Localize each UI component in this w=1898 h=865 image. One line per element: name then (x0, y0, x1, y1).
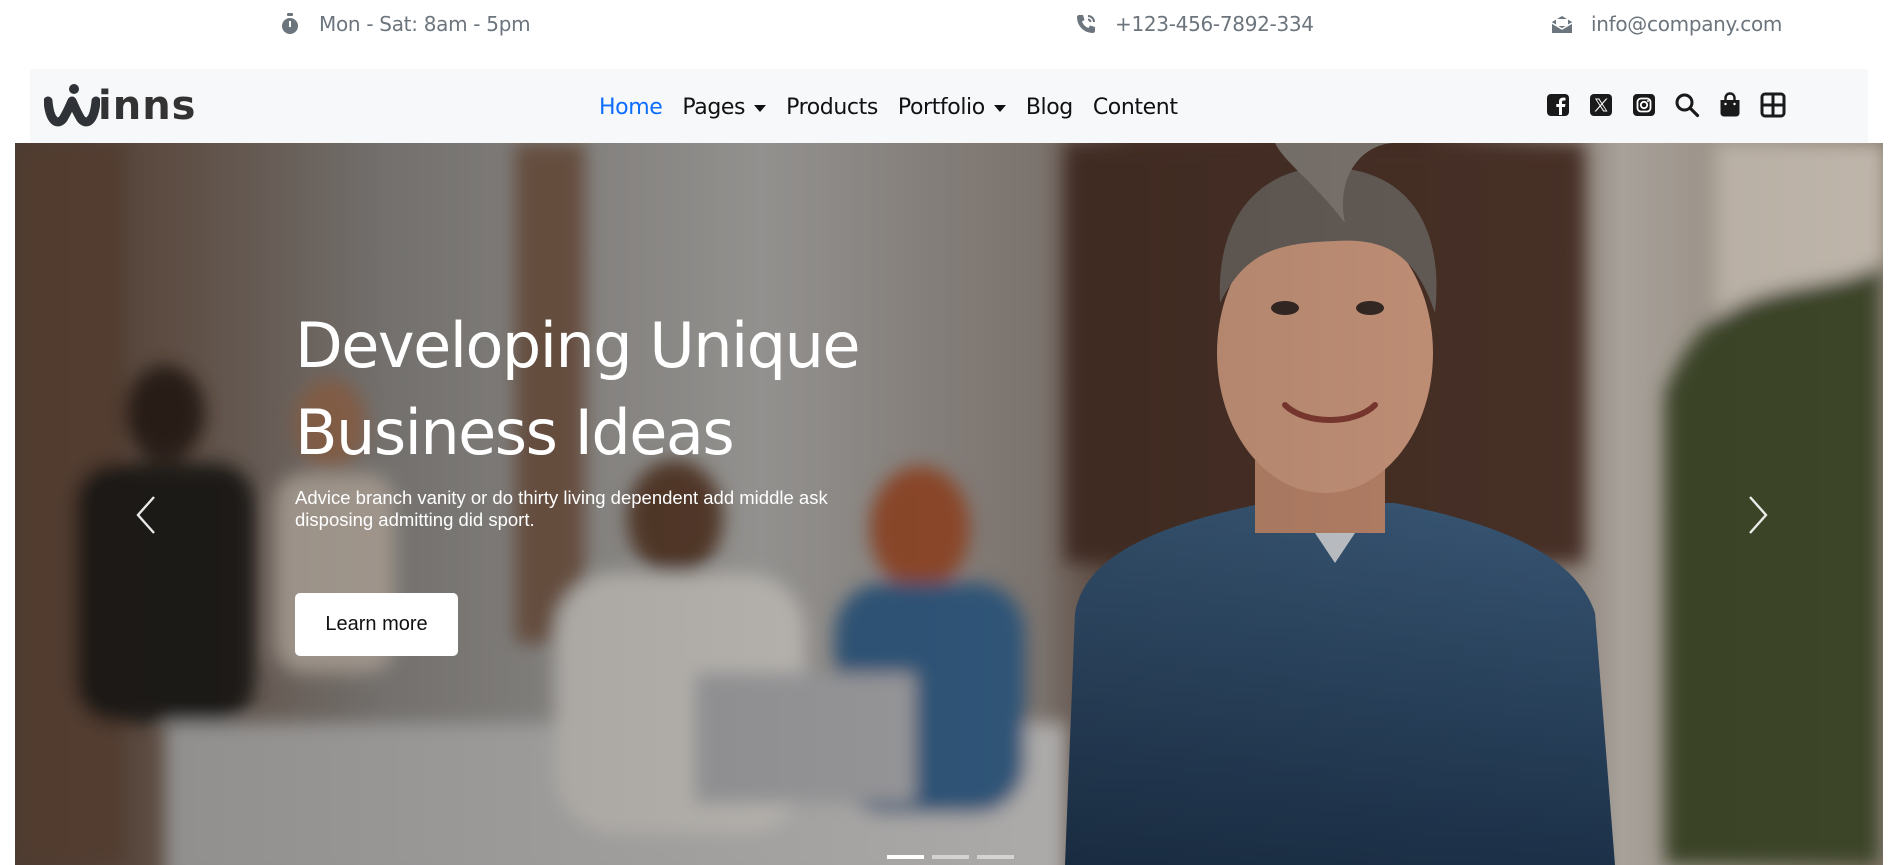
chevron-down-icon (754, 104, 767, 112)
hero-title: Developing Unique Business Ideas (295, 302, 935, 476)
contact-email[interactable]: info@company.com (1549, 10, 1782, 38)
nav-home[interactable]: Home (599, 91, 663, 123)
primary-menu: Home Pages Products Portfolio Blog Conte… (599, 91, 1198, 123)
navbar-actions (1544, 91, 1802, 119)
logo-w-mark (44, 84, 100, 127)
x-twitter-icon[interactable] (1587, 91, 1615, 119)
search-icon[interactable] (1673, 91, 1701, 119)
nav-pages[interactable]: Pages (682, 91, 767, 123)
hero-title-line-2: Business Ideas (295, 395, 735, 469)
hero-carousel: Developing Unique Business Ideas Advice … (15, 143, 1883, 865)
nav-portfolio[interactable]: Portfolio (898, 91, 1006, 123)
carousel-prev-button[interactable] (132, 493, 162, 537)
slide-indicator-2[interactable] (932, 855, 969, 859)
slide-indicator-1[interactable] (887, 855, 924, 859)
shopping-bag-icon[interactable] (1716, 91, 1744, 119)
stopwatch-icon (277, 11, 303, 37)
contact-email-text: info@company.com (1591, 12, 1783, 36)
chevron-right-icon (1749, 496, 1768, 534)
top-info-bar: Mon - Sat: 8am - 5pm +123-456-7892-334 i… (0, 0, 1898, 48)
phone-icon (1073, 11, 1099, 37)
business-hours: Mon - Sat: 8am - 5pm (277, 10, 531, 38)
hero-description: Advice branch vanity or do thirty living… (295, 487, 828, 530)
nav-blog[interactable]: Blog (1026, 91, 1073, 123)
brand-logo[interactable]: inns (44, 83, 196, 129)
chevron-left-icon (136, 496, 155, 534)
learn-more-button[interactable]: Learn more (295, 593, 458, 656)
hero-title-line-1: Developing Unique (295, 308, 861, 382)
main-navbar: inns Home Pages Products Portfolio Blog … (30, 69, 1868, 143)
nav-products[interactable]: Products (786, 91, 878, 123)
chevron-down-icon (993, 104, 1006, 112)
facebook-icon[interactable] (1544, 91, 1572, 119)
grid-icon[interactable] (1759, 91, 1787, 119)
nav-content[interactable]: Content (1093, 91, 1178, 123)
slide-indicator-3[interactable] (977, 855, 1014, 859)
contact-phone[interactable]: +123-456-7892-334 (1073, 10, 1314, 38)
carousel-indicators (887, 855, 1014, 859)
envelope-icon (1549, 11, 1575, 37)
instagram-icon[interactable] (1630, 91, 1658, 119)
carousel-next-button[interactable] (1742, 493, 1772, 537)
contact-phone-text: +123-456-7892-334 (1115, 12, 1314, 36)
logo-text: inns (98, 83, 197, 129)
business-hours-text: Mon - Sat: 8am - 5pm (319, 12, 531, 36)
